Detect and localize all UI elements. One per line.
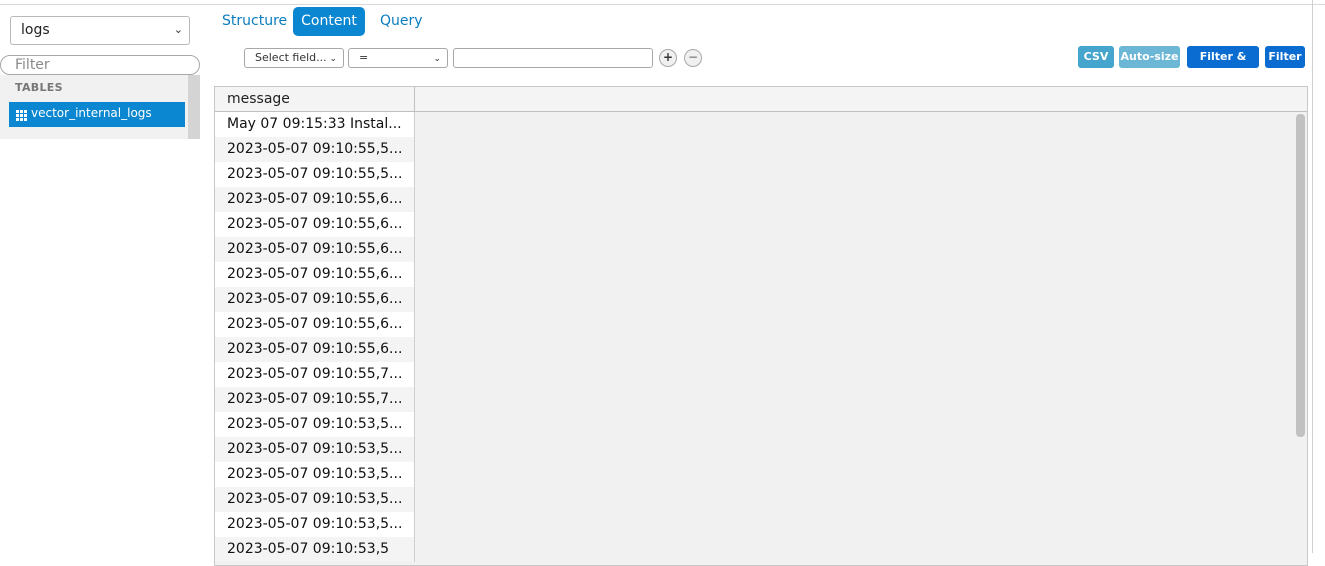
auto-size-button[interactable]: Auto-size: [1119, 46, 1180, 68]
field-select-value: Select field...: [255, 51, 327, 64]
top-border: [0, 4, 1325, 5]
table-row[interactable]: 2023-05-07 09:10:53,5...: [215, 512, 415, 537]
table-row[interactable]: 2023-05-07 09:10:53,5...: [215, 462, 415, 487]
chevron-down-icon: ⌄: [433, 54, 441, 64]
filter-button[interactable]: Filter: [1265, 46, 1305, 68]
grid-header: message: [215, 87, 1307, 112]
filter-value-input[interactable]: [453, 48, 653, 68]
tab-query[interactable]: Query: [380, 7, 423, 36]
operator-select[interactable]: = ⌄: [348, 48, 448, 68]
field-select[interactable]: Select field... ⌄: [244, 48, 344, 68]
table-row[interactable]: 2023-05-07 09:10:55,6...: [215, 312, 415, 337]
database-select-value: logs: [21, 22, 50, 38]
csv-button[interactable]: CSV: [1078, 46, 1114, 68]
database-select[interactable]: logs ⌄: [10, 16, 190, 45]
table-item-vector-internal-logs[interactable]: vector_internal_logs: [9, 102, 185, 127]
minus-icon: −: [687, 50, 699, 64]
table-row[interactable]: 2023-05-07 09:10:53,5: [215, 537, 415, 562]
remove-filter-button[interactable]: −: [684, 49, 702, 67]
results-grid: message May 07 09:15:33 Instal... 2023-0…: [214, 86, 1308, 566]
chevron-down-icon: ⌄: [329, 54, 337, 64]
column-header-message[interactable]: message: [215, 87, 415, 112]
table-row[interactable]: 2023-05-07 09:10:55,6...: [215, 337, 415, 362]
table-row[interactable]: 2023-05-07 09:10:55,6...: [215, 187, 415, 212]
table-row[interactable]: 2023-05-07 09:10:55,6...: [215, 212, 415, 237]
table-item-label: vector_internal_logs: [31, 106, 152, 120]
table-row[interactable]: 2023-05-07 09:10:55,5...: [215, 137, 415, 162]
table-row[interactable]: 2023-05-07 09:10:53,5...: [215, 487, 415, 512]
table-row[interactable]: 2023-05-07 09:10:55,5...: [215, 162, 415, 187]
table-row[interactable]: May 07 09:15:33 Instal...: [215, 112, 415, 137]
table-row[interactable]: 2023-05-07 09:10:55,7...: [215, 362, 415, 387]
grid-rows: May 07 09:15:33 Instal... 2023-05-07 09:…: [215, 112, 415, 562]
table-row[interactable]: 2023-05-07 09:10:55,7...: [215, 387, 415, 412]
table-row[interactable]: 2023-05-07 09:10:53,5...: [215, 437, 415, 462]
tab-structure[interactable]: Structure: [222, 7, 287, 36]
operator-select-value: =: [359, 51, 369, 64]
table-filter-placeholder: Filter: [15, 57, 50, 73]
table-grid-icon: [16, 110, 27, 121]
table-row[interactable]: 2023-05-07 09:10:55,6...: [215, 287, 415, 312]
table-row[interactable]: 2023-05-07 09:10:55,6...: [215, 262, 415, 287]
tab-content[interactable]: Content: [293, 7, 365, 36]
filter-sort-button[interactable]: Filter & sort: [1187, 46, 1259, 85]
table-row[interactable]: 2023-05-07 09:10:53,5...: [215, 412, 415, 437]
window-edge: [1312, 0, 1313, 553]
chevron-down-icon: ⌄: [173, 23, 183, 36]
tables-heading: TABLES: [15, 81, 63, 94]
add-filter-button[interactable]: +: [659, 49, 677, 67]
grid-scrollbar[interactable]: [1296, 114, 1305, 437]
plus-icon: +: [662, 50, 674, 64]
table-row[interactable]: 2023-05-07 09:10:55,6...: [215, 237, 415, 262]
table-filter-input[interactable]: Filter: [0, 55, 200, 75]
sidebar-scrollbar[interactable]: [188, 75, 200, 139]
